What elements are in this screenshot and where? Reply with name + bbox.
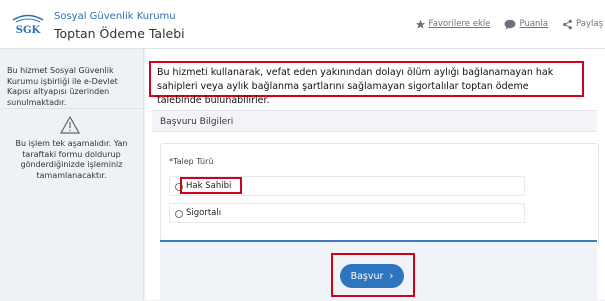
sgk-logo: SGK [10,11,46,37]
rate-label: Puanla [519,19,548,29]
section-heading: Başvuru Bilgileri [152,110,597,132]
option-sigortali[interactable]: Sigortalı [169,203,525,223]
favorites-button[interactable]: Favorilere ekle [415,19,491,30]
org-name: Sosyal Güvenlik Kurumu [54,11,176,22]
share-button[interactable]: Paylaş [562,19,603,30]
share-label: Paylaş [576,19,603,29]
header-actions: Favorilere ekle Puanla Paylaş [401,14,605,34]
rate-button[interactable]: Puanla [504,19,548,30]
page-header: SGK Sosyal Güvenlik Kurumu Toptan Ödeme … [0,0,605,49]
chevron-right-icon: › [389,271,393,282]
info-notice: Bu hizmeti kullanarak, vefat eden yakını… [149,61,584,97]
sidebar-divider [0,108,143,109]
warning-triangle-icon [60,116,80,134]
submit-button[interactable]: Başvur › [340,264,404,288]
highlight-box-option [180,177,242,194]
step-info: Bu işlem tek aşamalıdır. Yan taraftaki f… [0,139,143,181]
provider-info: Bu hizmet Sosyal Güvenlik Kurumu işbirli… [7,66,137,108]
radio-sigortali[interactable] [175,210,183,218]
star-icon [415,19,426,30]
favorites-label: Favorilere ekle [429,19,491,29]
chat-bubble-icon [504,19,516,30]
submit-area-divider [160,240,597,242]
option-label: Sigortalı [186,208,221,218]
share-icon [562,19,573,30]
submit-label: Başvur [351,271,384,282]
logo-text: SGK [16,25,41,36]
request-type-label: *Talep Türü [169,157,213,166]
page-title: Toptan Ödeme Talebi [54,26,185,41]
